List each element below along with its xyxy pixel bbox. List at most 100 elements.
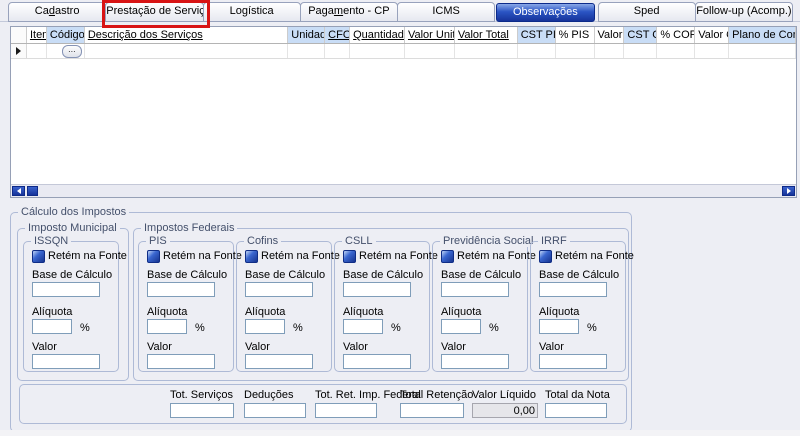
retain-checkbox[interactable] [343,250,356,263]
municipal-taxes-group: Imposto Municipal ISSQN Retém na Fonte B… [17,228,129,381]
row-cell-13[interactable] [695,44,729,58]
row-cell-4[interactable] [325,44,350,58]
tab-strip: CadastroPrestação de ServiçosLogísticaPa… [8,2,792,22]
row-cell-5[interactable] [350,44,405,58]
row-cell-2[interactable] [85,44,288,58]
row-cell-14[interactable] [729,44,796,58]
retain-checkbox[interactable] [147,250,160,263]
base-calc-input[interactable] [343,282,411,297]
tab-sped[interactable]: Sped [598,2,696,22]
column-header-13[interactable]: Valor CO [695,27,729,43]
tab-log-stica[interactable]: Logística [203,2,301,22]
column-header-9[interactable]: % PIS [556,27,595,43]
column-header-6[interactable]: Valor Unitário [405,27,455,43]
rate-input[interactable] [32,319,72,334]
base-calc-input[interactable] [245,282,313,297]
tab-cadastro[interactable]: Cadastro [8,2,106,22]
tax-group-previdencia-social: Previdência Social Retém na Fonte Base d… [432,241,528,372]
total-field-input[interactable] [315,403,377,418]
rate-input[interactable] [245,319,285,334]
column-header-1[interactable]: Código [47,27,85,43]
total-field-total-da-nota: Total da Nota [545,390,607,420]
row-cell-9[interactable] [556,44,595,58]
total-field-tot-servi-os: Tot. Serviços [170,390,234,420]
row-cell-11[interactable] [624,44,657,58]
rate-label: Alíquota [245,306,285,318]
rate-input[interactable] [343,319,383,334]
rate-input[interactable] [441,319,481,334]
rate-input[interactable] [539,319,579,334]
column-header-4[interactable]: CFOP [325,27,350,43]
rate-input[interactable] [147,319,187,334]
grid-corner-selector-header [11,27,27,43]
row-cell-12[interactable] [657,44,695,58]
base-calc-label: Base de Cálculo [147,269,227,281]
taxes-section-title: Cálculo dos Impostos [18,206,129,218]
column-header-2[interactable]: Descrição dos Serviços [85,27,288,43]
total-field-label: Deduções [244,390,306,401]
total-field-input[interactable] [545,403,607,418]
retain-checkbox[interactable] [441,250,454,263]
tax-group-title: Cofins [244,235,281,247]
row-cell-7[interactable] [455,44,518,58]
value-input[interactable] [441,354,509,369]
retain-checkbox[interactable] [32,250,45,263]
table-row[interactable]: ... [11,44,796,59]
total-field-input[interactable] [244,403,306,418]
retain-checkbox[interactable] [245,250,258,263]
bottom-strip [0,430,800,436]
base-calc-input[interactable] [32,282,100,297]
column-header-0[interactable]: Item [27,27,47,43]
scroll-right-button[interactable] [782,186,795,196]
row-cell-1[interactable]: ... [47,44,85,58]
tax-group-pis: PIS Retém na Fonte Base de Cálculo Alíqu… [138,241,234,372]
value-label: Valor [539,341,564,353]
column-header-7[interactable]: Valor Total [455,27,518,43]
taxes-section: Cálculo dos Impostos Imposto Municipal I… [10,212,632,432]
value-input[interactable] [343,354,411,369]
percent-label: % [391,322,401,334]
retain-label: Retém na Fonte [555,250,634,262]
column-header-14[interactable]: Plano de Conta [729,27,796,43]
tab-pagamento-cp[interactable]: Pagamento - CP [300,2,398,22]
horizontal-scrollbar[interactable] [11,184,796,197]
column-header-3[interactable]: Unidade [288,27,325,43]
total-field-input[interactable] [472,403,538,418]
total-field-input[interactable] [170,403,234,418]
scroll-left-button[interactable] [12,186,25,196]
row-cell-10[interactable] [595,44,625,58]
value-input[interactable] [539,354,607,369]
tab-follow-up-acomp[interactable]: Follow-up (Acomp.) [695,2,793,22]
retain-checkbox[interactable] [539,250,552,263]
tab-observa-es[interactable]: Observações [496,3,594,22]
row-cell-8[interactable] [518,44,556,58]
total-field-label: Total Retenção [400,390,464,401]
federal-group-title: Impostos Federais [141,222,237,234]
row-cell-6[interactable] [405,44,455,58]
column-header-5[interactable]: Quantidade [350,27,405,43]
total-field-input[interactable] [400,403,464,418]
column-header-8[interactable]: CST PIS [518,27,556,43]
base-calc-input[interactable] [539,282,607,297]
base-calc-input[interactable] [441,282,509,297]
value-input[interactable] [245,354,313,369]
value-input[interactable] [147,354,215,369]
tab-icms[interactable]: ICMS [397,2,495,22]
base-calc-label: Base de Cálculo [32,269,112,281]
total-field-total-reten-o: Total Retenção [400,390,464,420]
row-cell-0[interactable] [27,44,47,58]
value-input[interactable] [32,354,100,369]
lookup-ellipsis-button[interactable]: ... [62,45,82,58]
base-calc-input[interactable] [147,282,215,297]
arrow-right-icon [787,188,791,194]
tax-group-irrf: IRRF Retém na Fonte Base de Cálculo Alíq… [530,241,626,372]
total-field-label: Tot. Ret. Imp. Federal [315,390,377,401]
column-header-10[interactable]: Valor PI [595,27,625,43]
column-header-12[interactable]: % COFINS [657,27,695,43]
total-field-label: Valor Líquido [472,390,538,401]
column-header-11[interactable]: CST Co [624,27,657,43]
base-calc-label: Base de Cálculo [343,269,423,281]
row-cell-3[interactable] [288,44,325,58]
tab-presta-o-de-servi-os[interactable]: Prestação de Serviços [105,2,203,22]
scrollbar-thumb[interactable] [27,186,38,196]
